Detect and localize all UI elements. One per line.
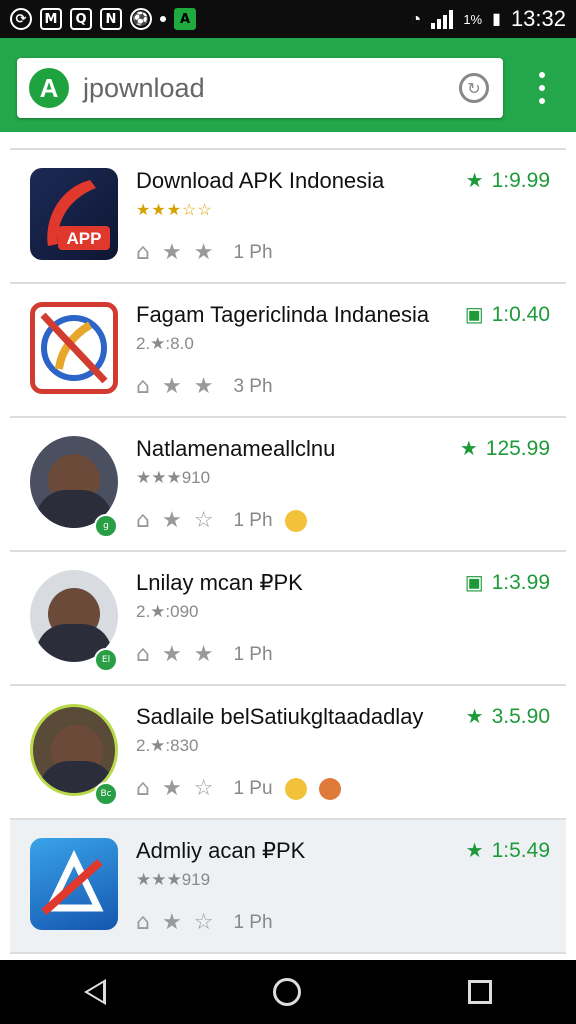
price-value: 125.99 xyxy=(485,436,550,460)
vote-count: 1 Ph xyxy=(233,911,273,933)
verified-badge-icon: El xyxy=(94,648,118,672)
app-price: ▣ 1:3.99 xyxy=(465,570,550,595)
price-value: 1:0.40 xyxy=(491,302,550,326)
star-icon[interactable]: ★ xyxy=(162,508,182,533)
app-price: ★ 3.5.90 xyxy=(466,704,550,729)
thumbs-up-icon[interactable]: ⌂ xyxy=(136,642,150,667)
signal-icon xyxy=(431,9,454,29)
vote-count: 1 Pu xyxy=(233,777,273,799)
emoji-icon xyxy=(284,509,307,532)
q-notification-icon: Q xyxy=(70,8,92,30)
vote-count: 3 Ph xyxy=(233,375,273,397)
star-icon[interactable]: ★ xyxy=(162,910,182,935)
app-badge-icon: ▣ xyxy=(464,304,484,326)
app-rating: ★★★☆☆ xyxy=(136,202,213,219)
app-rating: 2.★:090 xyxy=(136,602,199,621)
app-title: Lnilay mcan ₽PK xyxy=(136,570,303,595)
home-icon[interactable] xyxy=(272,978,301,1006)
emoji-icon xyxy=(318,777,341,800)
star-outline-icon[interactable]: ☆ xyxy=(194,508,214,533)
clock: 13:32 xyxy=(510,6,566,31)
list-item[interactable]: Admliy acan ₽PK ★★★919 ★ 1:5.49 ⌂ ★ ☆ 1 P… xyxy=(10,818,566,952)
status-bar: ⟳ M Q N ⚽ A ◔ 1% ▮ 13:32 xyxy=(0,0,576,38)
star-outline-icon[interactable]: ☆ xyxy=(194,776,214,801)
app-price: ★ 1:9.99 xyxy=(466,168,550,193)
search-input[interactable]: jpownload xyxy=(83,73,459,104)
apk-downloader-icon: A xyxy=(174,8,196,30)
app-rating: 2.★:8.0 xyxy=(136,334,194,353)
thumbs-up-icon[interactable]: ⌂ xyxy=(136,508,150,533)
app-bar: A jpownload ↻ xyxy=(0,38,576,132)
thumbs-up-icon[interactable]: ⌂ xyxy=(136,910,150,935)
app-list: APP Download APK Indonesia ★★★☆☆ ★ 1:9.99… xyxy=(10,148,566,998)
star-icon[interactable]: ★ xyxy=(194,240,214,265)
svg-text:APP: APP xyxy=(67,229,102,248)
recent-apps-icon[interactable] xyxy=(468,980,493,1004)
app-rating: 2.★:830 xyxy=(136,736,199,755)
vote-count: 1 Ph xyxy=(233,509,273,531)
app-price: ★ 125.99 xyxy=(460,436,550,461)
back-icon[interactable] xyxy=(83,979,106,1005)
wifi-icon: ◔ xyxy=(410,8,422,29)
app-thumbnail xyxy=(30,838,118,930)
price-value: 1:3.99 xyxy=(491,570,550,594)
list-item[interactable]: Fagam Tagericlinda Indanesia 2.★:8.0 ▣ 1:… xyxy=(10,282,566,416)
star-icon[interactable]: ★ xyxy=(194,374,214,399)
thumbs-up-icon[interactable]: ⌂ xyxy=(136,240,150,265)
app-title: Download APK Indonesia xyxy=(136,168,385,193)
more-notifications-icon xyxy=(160,16,166,22)
price-value: 3.5.90 xyxy=(491,704,550,728)
emoji-icon xyxy=(284,777,307,800)
list-item[interactable]: APP Download APK Indonesia ★★★☆☆ ★ 1:9.99… xyxy=(10,148,566,282)
app-thumbnail: APP xyxy=(30,168,118,260)
search-box[interactable]: A jpownload ↻ xyxy=(17,58,503,118)
vote-count: 1 Ph xyxy=(233,241,273,263)
star-icon[interactable]: ★ xyxy=(162,374,182,399)
app-rating: ★★★910 xyxy=(136,468,211,487)
vote-count: 1 Ph xyxy=(233,643,273,665)
star-icon: ★ xyxy=(465,706,484,728)
apk-logo-icon: A xyxy=(29,68,69,108)
star-icon[interactable]: ★ xyxy=(194,642,214,667)
verified-badge-icon: Bc xyxy=(94,782,118,806)
price-value: 1:5.49 xyxy=(491,838,550,862)
app-rating: ★★★919 xyxy=(136,870,211,889)
star-icon[interactable]: ★ xyxy=(162,776,182,801)
battery-icon: ▮ xyxy=(492,11,501,28)
star-icon[interactable]: ★ xyxy=(162,642,182,667)
app-title: Sadlaile belSatiukgltaadadlay xyxy=(136,704,424,729)
navigation-bar xyxy=(0,960,576,1024)
star-outline-icon[interactable]: ☆ xyxy=(194,910,214,935)
app-title: Fagam Tagericlinda Indanesia xyxy=(136,302,430,327)
price-value: 1:9.99 xyxy=(491,168,550,192)
star-icon: ★ xyxy=(465,840,484,862)
list-item[interactable]: El Lnilay mcan ₽PK 2.★:090 ▣ 1:3.99 ⌂ ★ ★… xyxy=(10,550,566,684)
app-thumbnail xyxy=(30,302,118,394)
gmail-icon: M xyxy=(40,8,62,30)
soccer-ball-icon: ⚽ xyxy=(130,8,152,30)
star-icon[interactable]: ★ xyxy=(162,240,182,265)
star-icon: ★ xyxy=(459,438,478,460)
refresh-icon[interactable]: ↻ xyxy=(459,73,489,103)
battery-level: 1% xyxy=(463,11,483,27)
list-item[interactable]: g Natlamenameallclnu ★★★910 ★ 125.99 ⌂ ★ … xyxy=(10,416,566,550)
thumbs-up-icon[interactable]: ⌂ xyxy=(136,776,150,801)
app-badge-icon: ▣ xyxy=(464,572,484,594)
overflow-menu-icon[interactable] xyxy=(536,72,548,104)
sync-icon: ⟳ xyxy=(10,8,32,30)
app-title: Admliy acan ₽PK xyxy=(136,838,306,863)
star-icon: ★ xyxy=(465,170,484,192)
app-title: Natlamenameallclnu xyxy=(136,436,336,461)
list-item[interactable]: Bc Sadlaile belSatiukgltaadadlay 2.★:830… xyxy=(10,684,566,818)
app-price: ★ 1:5.49 xyxy=(466,838,550,863)
n-notification-icon: N xyxy=(100,8,122,30)
app-price: ▣ 1:0.40 xyxy=(465,302,550,327)
thumbs-up-icon[interactable]: ⌂ xyxy=(136,374,150,399)
verified-badge-icon: g xyxy=(94,514,118,538)
